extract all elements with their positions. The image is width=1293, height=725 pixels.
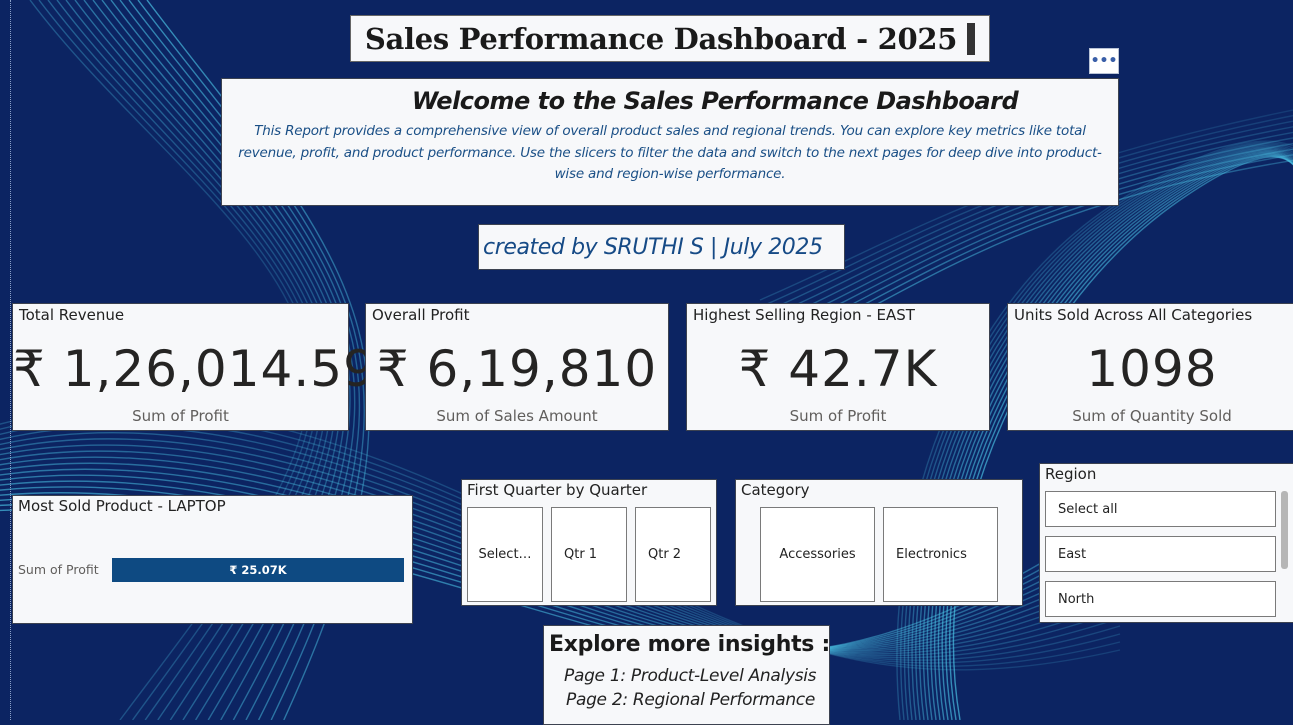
- kpi-subtitle: Sum of Profit: [789, 407, 887, 425]
- kpi-label: Highest Selling Region - EAST: [693, 306, 915, 324]
- text-cursor-icon: [967, 22, 976, 55]
- quarter-tile-qtr1[interactable]: Qtr 1: [551, 507, 627, 602]
- page-link-product-analysis[interactable]: Page 1: Product-Level Analysis: [564, 666, 817, 686]
- kpi-label: Overall Profit: [372, 306, 470, 324]
- more-options-icon[interactable]: •••: [1089, 48, 1119, 74]
- page-link-regional-performance[interactable]: Page 2: Regional Performance: [566, 690, 815, 710]
- kpi-card-units-sold[interactable]: Units Sold Across All Categories 1098 Su…: [1007, 303, 1293, 431]
- page-title: Sales Performance Dashboard - 2025: [364, 21, 958, 56]
- region-scrollbar[interactable]: [1281, 491, 1288, 569]
- bar-category-label: Sum of Profit: [18, 562, 99, 577]
- quarter-tile-qtr2[interactable]: Qtr 2: [635, 507, 711, 602]
- author-credit-box: created by SRUTHI S | July 2025: [478, 224, 845, 270]
- author-credit: created by SRUTHI S | July 2025: [483, 234, 823, 260]
- category-slicer: Category Accessories Electronics: [735, 479, 1023, 606]
- category-tile-accessories[interactable]: Accessories: [760, 507, 875, 602]
- kpi-subtitle: Sum of Profit: [132, 407, 229, 425]
- bar-data-label: ₹ 25.07K: [229, 563, 287, 577]
- slicer-title: Region: [1045, 465, 1097, 483]
- kpi-card-total-revenue[interactable]: Total Revenue ₹ 1,26,014.59 Sum of Profi…: [12, 303, 376, 431]
- kpi-value: ₹ 6,19,810: [376, 340, 658, 398]
- region-option-north[interactable]: North: [1045, 581, 1276, 617]
- kpi-label: Total Revenue: [19, 306, 125, 324]
- kpi-value: ₹ 1,26,014.59: [13, 340, 376, 398]
- bar-track: ₹ 25.07K: [112, 558, 404, 582]
- category-tile-electronics[interactable]: Electronics: [883, 507, 998, 602]
- kpi-label: Units Sold Across All Categories: [1014, 306, 1253, 324]
- kpi-subtitle: Sum of Quantity Sold: [1072, 407, 1232, 425]
- most-sold-product-chart[interactable]: Most Sold Product - LAPTOP Sum of Profit…: [12, 495, 413, 624]
- canvas-guide-line: [10, 0, 11, 720]
- quarter-slicer: First Quarter by Quarter Select… Qtr 1 Q…: [461, 479, 717, 606]
- region-option-east[interactable]: East: [1045, 536, 1276, 572]
- kpi-card-overall-profit[interactable]: Overall Profit ₹ 6,19,810 Sum of Sales A…: [365, 303, 669, 431]
- welcome-textbox: Welcome to the Sales Performance Dashboa…: [221, 78, 1119, 206]
- kpi-subtitle: Sum of Sales Amount: [436, 407, 598, 425]
- chart-title: Most Sold Product - LAPTOP: [18, 497, 226, 515]
- quarter-tile-select-all[interactable]: Select…: [467, 507, 543, 602]
- kpi-value: ₹ 42.7K: [738, 340, 938, 398]
- kpi-card-highest-region[interactable]: Highest Selling Region - EAST ₹ 42.7K Su…: [686, 303, 990, 431]
- kpi-value: 1098: [1086, 340, 1218, 398]
- explore-insights-box: Explore more insights : Page 1: Product-…: [543, 625, 830, 725]
- slicer-title: Category: [741, 481, 810, 499]
- slicer-title: First Quarter by Quarter: [467, 481, 648, 499]
- welcome-description: This Report provides a comprehensive vie…: [238, 123, 1102, 182]
- welcome-heading: Welcome to the Sales Performance Dashboa…: [411, 87, 1019, 115]
- region-option-select-all[interactable]: Select all: [1045, 491, 1276, 527]
- region-slicer: Region Select all East North: [1039, 463, 1293, 623]
- explore-heading: Explore more insights :: [549, 632, 830, 657]
- dashboard-title-box: Sales Performance Dashboard - 2025: [350, 15, 990, 62]
